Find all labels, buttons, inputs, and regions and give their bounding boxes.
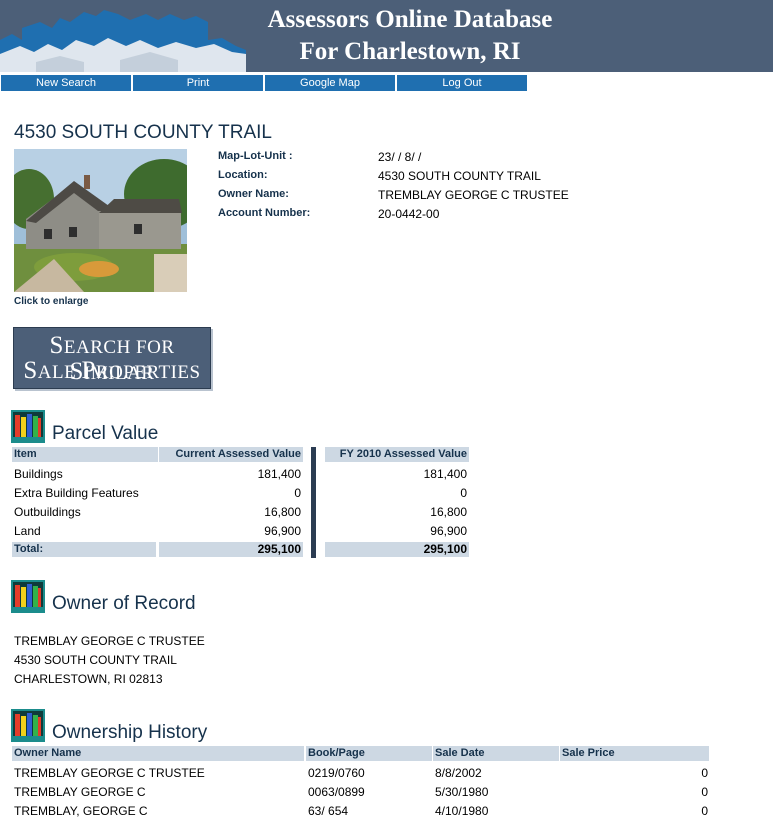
pv-row-fy2010: 16,800 [430,505,467,519]
property-address-title: 4530 SOUTH COUNTY TRAIL [14,122,272,143]
google-map-button[interactable]: Google Map [265,75,396,91]
books-icon [11,410,45,443]
header-banner: Assessors Online Database For Charlestow… [0,0,773,72]
pv-total-current: 295,100 [257,542,301,556]
oh-row-owner: TREMBLAY, GEORGE C [14,804,148,818]
oh-row-price: 0 [701,766,708,780]
pv-row-fy2010: 181,400 [423,467,467,481]
similar-btn-text: ALE [37,362,82,383]
location-label: Location: [218,169,268,181]
account-number-label: Account Number: [218,207,311,219]
pv-header-fy2010: FY 2010 Assessed Value [325,447,469,462]
map-lot-unit-value: 23/ / 8/ / [378,150,422,164]
pv-row-item: Extra Building Features [14,486,139,500]
owner-record-city: CHARLESTOWN, RI 02813 [14,672,163,686]
similar-btn-text: S [49,332,64,359]
books-icon [11,709,45,742]
pv-header-current: Current Assessed Value [159,447,303,462]
oh-row-book: 0063/0899 [308,785,365,799]
books-icon [11,580,45,613]
parcel-value-title: Parcel Value [52,423,159,444]
oh-row-date: 8/8/2002 [435,766,482,780]
oh-header-book: Book/Page [306,746,432,761]
site-title: Assessors Online Database For Charlestow… [240,4,580,68]
oh-row-book: 63/ 654 [308,804,349,818]
similar-btn-text: P [81,357,96,384]
pv-row-current: 96,900 [264,524,301,538]
pv-row-item: Buildings [14,467,63,481]
similar-btn-text: EARCH FOR [63,337,175,358]
column-divider [311,447,316,558]
photo-enlarge-caption[interactable]: Click to enlarge [14,296,88,307]
similar-btn-text: ROPERTIES [95,362,201,383]
oh-row-date: 4/10/1980 [435,804,489,818]
oh-row-owner: TREMBLAY GEORGE C TRUSTEE [14,766,205,780]
pv-row-current: 181,400 [257,467,301,481]
log-out-button[interactable]: Log Out [397,75,528,91]
town-skyline-graphic [0,10,246,72]
ownership-history-title: Ownership History [52,722,208,743]
oh-header-date: Sale Date [433,746,559,761]
pv-header-item: Item [12,447,158,462]
location-value: 4530 SOUTH COUNTY TRAIL [378,169,541,183]
owner-name-value: TREMBLAY GEORGE C TRUSTEE [378,188,569,202]
oh-row-price: 0 [701,804,708,818]
pv-total-label: Total: [14,543,44,555]
pv-row-item: Land [14,524,41,538]
pv-row-current: 0 [294,486,301,500]
oh-header-price: Sale Price [560,746,709,761]
owner-record-name: TREMBLAY GEORGE C TRUSTEE [14,634,205,648]
similar-btn-text: S [23,357,38,384]
site-title-line1: Assessors Online Database [267,6,553,33]
print-button[interactable]: Print [133,75,264,91]
pv-row-current: 16,800 [264,505,301,519]
oh-header-owner: Owner Name [12,746,304,761]
owner-of-record-title: Owner of Record [52,593,196,614]
pv-total-fy2010: 295,100 [423,542,467,556]
pv-row-fy2010: 96,900 [430,524,467,538]
owner-record-street: 4530 SOUTH COUNTY TRAIL [14,653,177,667]
account-number-value: 20-0442-00 [378,207,440,221]
property-photo[interactable] [14,149,187,292]
oh-row-date: 5/30/1980 [435,785,489,799]
pv-row-fy2010: 0 [460,486,467,500]
site-title-line2: For Charlestown, RI [299,38,521,65]
oh-row-owner: TREMBLAY GEORGE C [14,785,146,799]
owner-name-label: Owner Name: [218,188,289,200]
new-search-button[interactable]: New Search [1,75,132,91]
search-similar-sale-properties-button[interactable]: SEARCH FOR SIMILAR SALE PROPERTIES [13,327,211,389]
pv-row-item: Outbuildings [14,505,81,519]
oh-row-book: 0219/0760 [308,766,365,780]
oh-row-price: 0 [701,785,708,799]
map-lot-unit-label: Map-Lot-Unit : [218,150,293,162]
similar-button-line2: SALE PROPERTIES [14,357,210,385]
